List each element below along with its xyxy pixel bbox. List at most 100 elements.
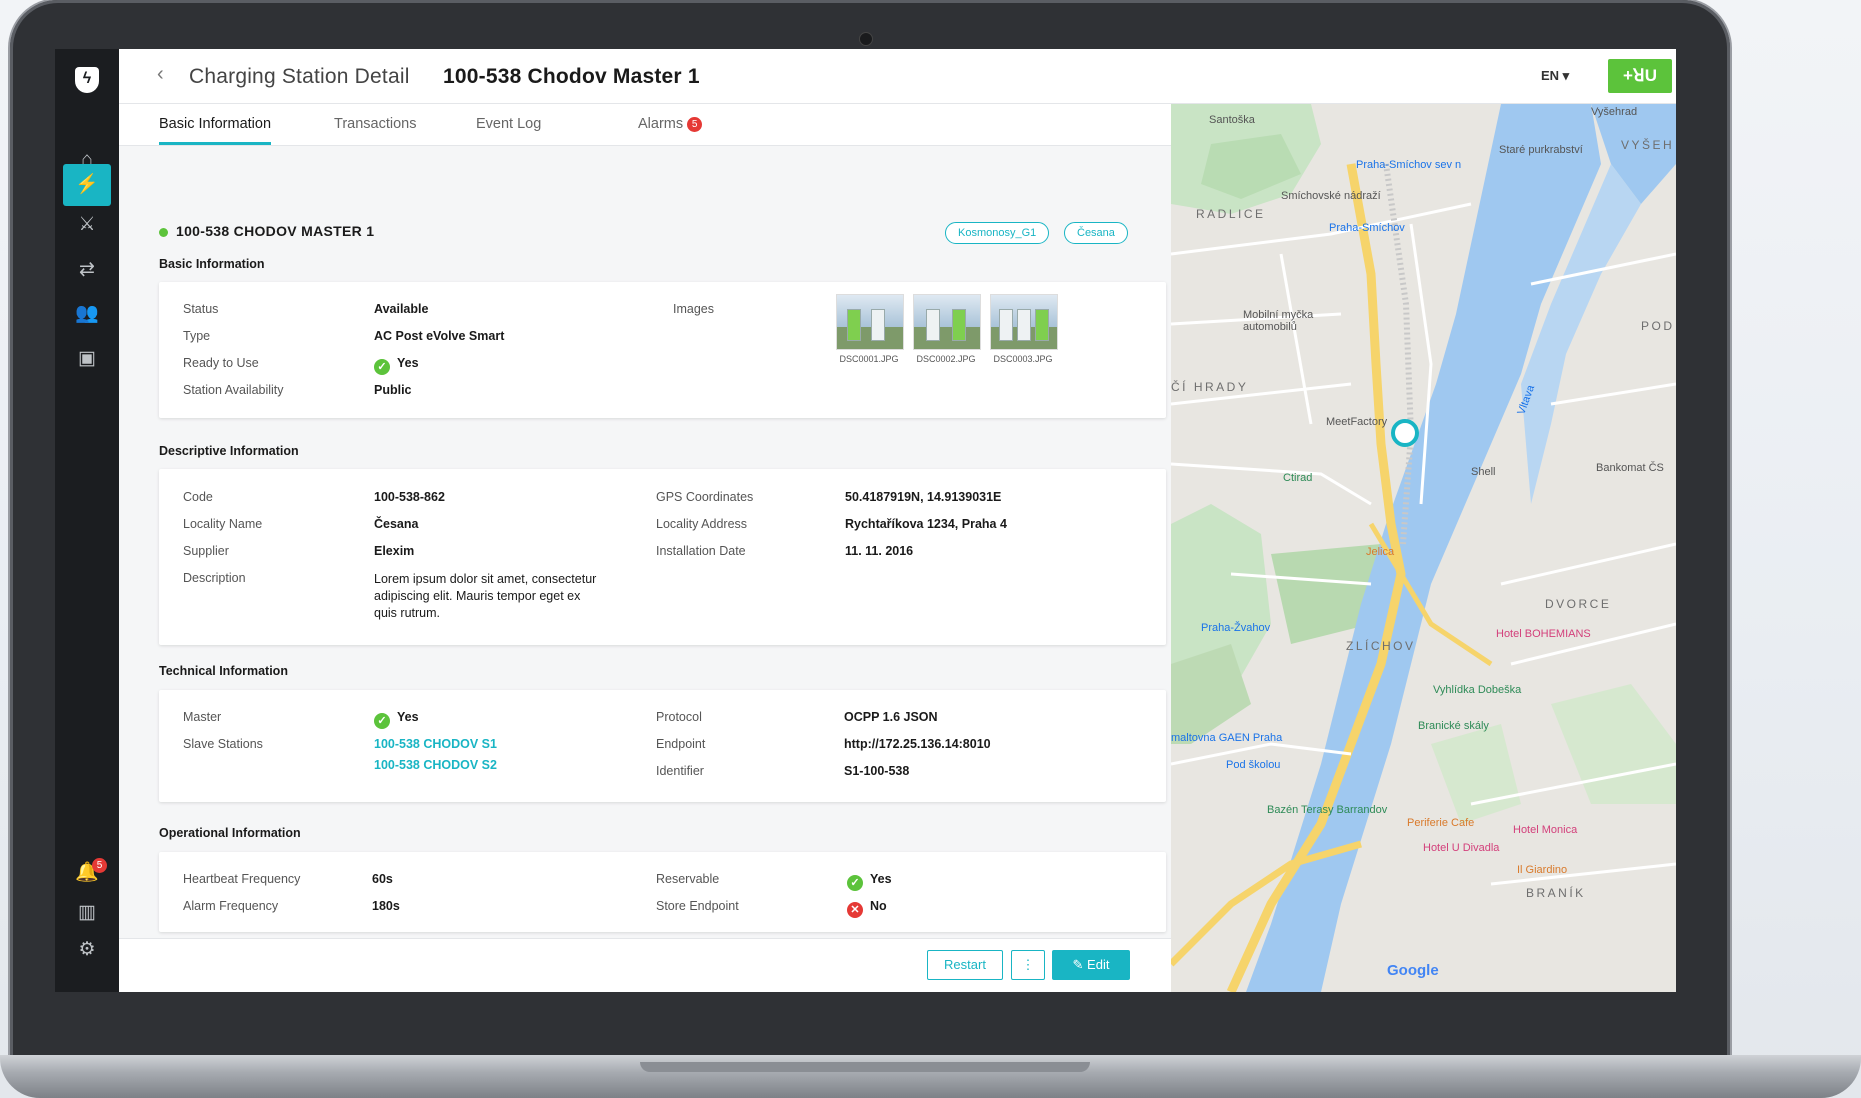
map-label: Periferie Cafe [1407,817,1475,829]
availability-value: Public [374,383,412,397]
statistics-icon[interactable]: ▥ [63,892,111,934]
install-date-value: 11. 11. 2016 [845,544,914,558]
app-screen: ϟ ⌂ ⚡ ⚔ ⇄ 👥 ▣ 🔔 5 ▥ ⚙ ‹ Charging Station … [55,49,1676,992]
alarm-bell-icon[interactable]: 🔔 5 [63,852,111,894]
slave-station-link[interactable]: 100-538 CHODOV S2 [374,758,497,772]
alarms-badge: 5 [687,117,703,132]
transactions-icon[interactable]: ⇄ [63,249,111,291]
ready-label: Ready to Use [183,356,259,370]
alarm-badge: 5 [92,858,107,873]
address-value: Rychtaříkova 1234, Praha 4 [845,517,1007,531]
check-icon: ✓ [847,875,863,891]
more-options-button[interactable]: ⋮ [1011,950,1045,980]
tab-transactions[interactable]: Transactions [334,116,416,142]
address-label: Locality Address [656,517,748,531]
ready-value: ✓ Yes [374,356,419,375]
section-title-technical: Technical Information [159,664,288,678]
cross-icon: ✕ [847,902,863,918]
store-endpoint-label: Store Endpoint [656,899,739,913]
station-image-1[interactable] [836,294,904,350]
map-label: DVORCE [1545,597,1612,611]
map-label: maltovna GAEN Praha [1171,732,1283,744]
payment-icon[interactable]: ▣ [63,338,111,380]
disabled-charger-icon[interactable]: ⚔ [63,204,111,246]
users-icon[interactable]: 👥 [63,293,111,335]
map-label: Mobilní myčka automobilů [1243,309,1314,333]
endpoint-value: http://172.25.136.14:8010 [844,737,991,751]
map-label: Pod školou [1226,759,1281,771]
map-label: RADLICE [1196,207,1266,221]
protocol-value: OCPP 1.6 JSON [844,710,938,724]
sidebar: ϟ ⌂ ⚡ ⚔ ⇄ 👥 ▣ 🔔 5 ▥ ⚙ [55,49,119,992]
tab-label: Basic Information [159,116,272,132]
availability-label: Station Availability [183,383,284,397]
endpoint-label: Endpoint [656,737,706,751]
install-date-label: Installation Date [656,544,746,558]
status-value: Available [374,302,429,316]
tag-chip[interactable]: Kosmonosy_G1 [945,222,1050,244]
page-title-prefix: Charging Station Detail [189,65,410,88]
header: ‹ Charging Station Detail 100-538 Chodov… [119,49,1676,104]
back-button[interactable]: ‹ [157,63,164,86]
alarm-frequency-value: 180s [372,899,400,913]
technical-info-card: Master ✓ Yes Slave Stations 100-538 CHODO… [159,690,1166,802]
station-name: 100-538 CHODOV MASTER 1 [176,223,375,239]
action-bar: Restart ⋮ ✎ Edit [119,938,1171,992]
tag-chip[interactable]: Česana [1064,222,1128,244]
station-image-2[interactable] [913,294,981,350]
station-image-3[interactable] [990,294,1058,350]
map-label: BRANÍK [1526,886,1586,900]
map-label: Vyšehrad [1591,106,1638,118]
station-map-pin[interactable] [1391,419,1419,447]
tab-label: Event Log [476,116,542,132]
map-label: Il Giardino [1517,864,1568,876]
language-selector[interactable]: EN ▾ [1541,68,1569,84]
slave-stations-label: Slave Stations [183,737,263,751]
google-logo: Google [1387,962,1439,979]
map-label: Praha-Smíchov [1329,222,1405,234]
type-value: AC Post eVolve Smart [374,329,505,343]
identifier-value: S1-100-538 [844,764,910,778]
tab-alarms[interactable]: Alarms 5 [638,116,703,142]
reservable-text: Yes [870,872,892,886]
images-label: Images [673,302,714,316]
restart-button[interactable]: Restart [927,950,1003,980]
code-label: Code [183,490,213,504]
edit-button[interactable]: ✎ Edit [1052,950,1130,980]
type-label: Type [183,329,211,343]
tab-basic-information[interactable]: Basic Information [159,116,272,145]
operational-info-card: Heartbeat Frequency 60s Alarm Frequency … [159,852,1166,932]
check-icon: ✓ [374,359,390,375]
identifier-label: Identifier [656,764,704,778]
map-canvas [1171,104,1676,992]
image-caption: DSC0002.JPG [916,354,976,364]
reservable-label: Reservable [656,872,720,886]
map-label: Vyhlídka Dobeška [1433,684,1522,696]
main-content: Basic Information Transactions Event Log… [119,104,1171,992]
store-endpoint-text: No [870,899,887,913]
settings-icon[interactable]: ⚙ [63,929,111,971]
map-label: ZLÍCHOV [1346,639,1416,653]
alarm-frequency-label: Alarm Frequency [183,899,279,913]
heartbeat-label: Heartbeat Frequency [183,872,301,886]
descriptive-info-card: Code 100-538-862 Locality Name Česana Su… [159,469,1166,645]
brand-button[interactable]: +ꓤU [1608,59,1672,93]
tab-event-log[interactable]: Event Log [476,116,541,142]
charging-station-icon[interactable]: ⚡ [63,164,111,206]
map-label: Ctirad [1283,472,1313,484]
slave-station-link[interactable]: 100-538 CHODOV S1 [374,737,497,751]
map-label: Hotel Monica [1513,824,1578,836]
map-label: ČÍ HRADY [1171,380,1249,394]
tab-label: Transactions [334,116,417,132]
map-label: Staré purkrabství [1499,144,1583,156]
map-label: Shell [1471,466,1496,478]
map-label: Bazén Terasy Barrandov [1267,804,1388,816]
section-title-operational: Operational Information [159,826,301,840]
logo-icon[interactable]: ϟ [75,67,99,93]
map-label: Praha-Žvahov [1201,622,1271,634]
gps-label: GPS Coordinates [656,490,754,504]
section-title-basic: Basic Information [159,257,265,271]
map-view[interactable]: Santoška Vyšehrad VYŠEH Praha-Smíchov se… [1171,104,1676,992]
map-label: Hotel U Divadla [1423,842,1500,854]
code-value: 100-538-862 [374,490,445,504]
